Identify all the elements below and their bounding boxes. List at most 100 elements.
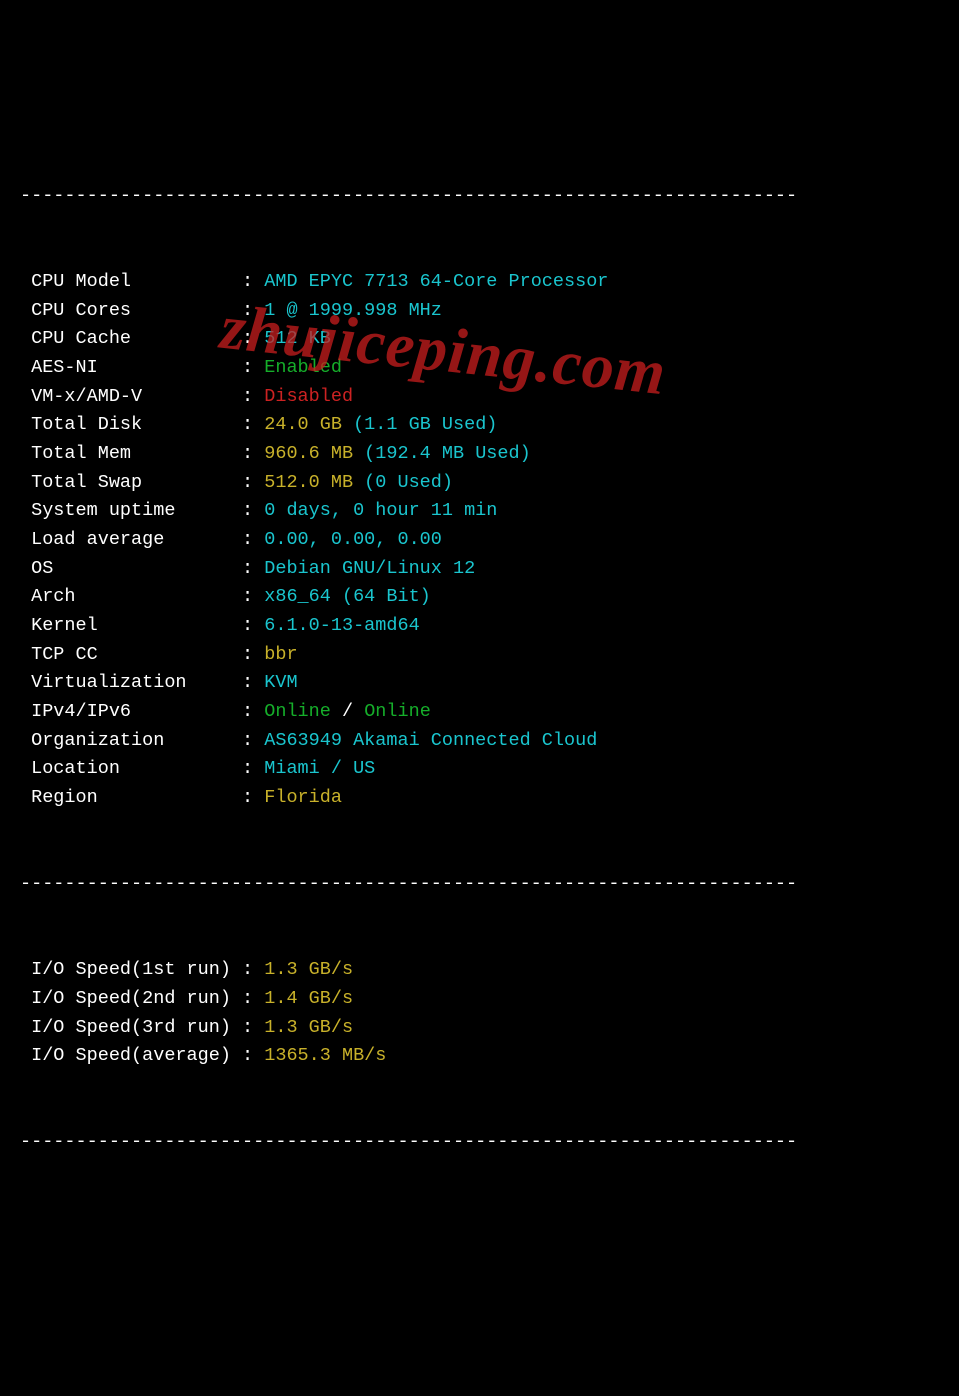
sysinfo-row-12: Kernel : 6.1.0-13-amd64 bbox=[20, 612, 939, 641]
divider-top: ----------------------------------------… bbox=[20, 182, 939, 211]
sysinfo-row-8-value-part-0: 0 days, 0 hour 11 min bbox=[264, 500, 497, 521]
sysinfo-row-3-value-part-0: Enabled bbox=[264, 357, 342, 378]
sysinfo-row-3-label: AES-NI bbox=[20, 354, 231, 383]
sysinfo-row-18-label: Region bbox=[20, 784, 231, 813]
sysinfo-row-15: IPv4/IPv6 : Online / Online bbox=[20, 698, 939, 727]
sysinfo-row-18-value-part-0: Florida bbox=[264, 787, 342, 808]
sysinfo-row-8-label: System uptime bbox=[20, 497, 231, 526]
io-row-3-label: I/O Speed(average) bbox=[20, 1042, 231, 1071]
sysinfo-row-4-label: VM-x/AMD-V bbox=[20, 383, 231, 412]
sysinfo-row-4: VM-x/AMD-V : Disabled bbox=[20, 383, 939, 412]
sysinfo-row-2: CPU Cache : 512 KB bbox=[20, 325, 939, 354]
separator: : bbox=[231, 644, 264, 665]
separator: : bbox=[231, 414, 264, 435]
separator: : bbox=[231, 1017, 264, 1038]
sysinfo-row-5-value-part-1: (1.1 GB Used) bbox=[353, 414, 497, 435]
separator: : bbox=[231, 443, 264, 464]
sysinfo-row-11-value-part-0: x86_64 (64 Bit) bbox=[264, 586, 431, 607]
separator: : bbox=[231, 787, 264, 808]
separator: : bbox=[231, 529, 264, 550]
io-row-2: I/O Speed(3rd run) : 1.3 GB/s bbox=[20, 1014, 939, 1043]
separator: : bbox=[231, 730, 264, 751]
sysinfo-row-15-value-part-0: Online bbox=[264, 701, 331, 722]
divider-mid: ----------------------------------------… bbox=[20, 870, 939, 899]
sysinfo-row-11: Arch : x86_64 (64 Bit) bbox=[20, 583, 939, 612]
sysinfo-row-10-label: OS bbox=[20, 555, 231, 584]
io-row-1-label: I/O Speed(2nd run) bbox=[20, 985, 231, 1014]
sysinfo-row-17-label: Location bbox=[20, 755, 231, 784]
sysinfo-row-1: CPU Cores : 1 @ 1999.998 MHz bbox=[20, 297, 939, 326]
divider-bottom: ----------------------------------------… bbox=[20, 1128, 939, 1157]
sysinfo-row-17: Location : Miami / US bbox=[20, 755, 939, 784]
sysinfo-row-9-label: Load average bbox=[20, 526, 231, 555]
separator: : bbox=[231, 959, 264, 980]
sysinfo-row-12-label: Kernel bbox=[20, 612, 231, 641]
io-row-1-value-part-0: 1.4 GB/s bbox=[264, 988, 353, 1009]
io-row-1: I/O Speed(2nd run) : 1.4 GB/s bbox=[20, 985, 939, 1014]
sysinfo-row-8: System uptime : 0 days, 0 hour 11 min bbox=[20, 497, 939, 526]
sysinfo-row-14: Virtualization : KVM bbox=[20, 669, 939, 698]
sysinfo-row-2-label: CPU Cache bbox=[20, 325, 231, 354]
sysinfo-row-11-label: Arch bbox=[20, 583, 231, 612]
sysinfo-row-9-value-part-0: 0.00, 0.00, 0.00 bbox=[264, 529, 442, 550]
sysinfo-row-6-value-part-0: 960.6 MB bbox=[264, 443, 364, 464]
io-row-2-value-part-0: 1.3 GB/s bbox=[264, 1017, 353, 1038]
io-row-0: I/O Speed(1st run) : 1.3 GB/s bbox=[20, 956, 939, 985]
separator: : bbox=[231, 300, 264, 321]
sysinfo-row-1-value-part-0: 1 @ 1999.998 MHz bbox=[264, 300, 442, 321]
separator: : bbox=[231, 558, 264, 579]
sysinfo-row-0-value-part-0: AMD EPYC 7713 64-Core Processor bbox=[264, 271, 608, 292]
io-row-3-value-part-0: 1365.3 MB/s bbox=[264, 1045, 386, 1066]
separator: : bbox=[231, 500, 264, 521]
sysinfo-row-5-value-part-0: 24.0 GB bbox=[264, 414, 353, 435]
separator: : bbox=[231, 386, 264, 407]
sysinfo-row-12-value-part-0: 6.1.0-13-amd64 bbox=[264, 615, 419, 636]
sysinfo-row-10: OS : Debian GNU/Linux 12 bbox=[20, 555, 939, 584]
sysinfo-row-6-value-part-1: (192.4 MB Used) bbox=[364, 443, 531, 464]
sysinfo-row-5-label: Total Disk bbox=[20, 411, 231, 440]
sysinfo-row-3: AES-NI : Enabled bbox=[20, 354, 939, 383]
sysinfo-row-6-label: Total Mem bbox=[20, 440, 231, 469]
sysinfo-row-1-label: CPU Cores bbox=[20, 297, 231, 326]
sysinfo-row-13: TCP CC : bbr bbox=[20, 641, 939, 670]
separator: : bbox=[231, 271, 264, 292]
sysinfo-row-10-value-part-0: Debian GNU/Linux 12 bbox=[264, 558, 475, 579]
sysinfo-row-14-value-part-0: KVM bbox=[264, 672, 297, 693]
sysinfo-row-6: Total Mem : 960.6 MB (192.4 MB Used) bbox=[20, 440, 939, 469]
separator: : bbox=[231, 328, 264, 349]
sysinfo-row-17-value-part-0: Miami / US bbox=[264, 758, 375, 779]
sysinfo-row-14-label: Virtualization bbox=[20, 669, 231, 698]
sysinfo-row-16-value-part-0: AS63949 Akamai Connected Cloud bbox=[264, 730, 597, 751]
io-row-2-label: I/O Speed(3rd run) bbox=[20, 1014, 231, 1043]
sysinfo-row-16-label: Organization bbox=[20, 727, 231, 756]
separator: : bbox=[231, 1045, 264, 1066]
sysinfo-row-13-value-part-0: bbr bbox=[264, 644, 297, 665]
sysinfo-section: CPU Model : AMD EPYC 7713 64-Core Proces… bbox=[20, 268, 939, 813]
sysinfo-row-15-value-part-2: Online bbox=[364, 701, 431, 722]
sysinfo-row-4-value-part-0: Disabled bbox=[264, 386, 353, 407]
separator: : bbox=[231, 672, 264, 693]
separator: : bbox=[231, 988, 264, 1009]
separator: : bbox=[231, 758, 264, 779]
separator: : bbox=[231, 586, 264, 607]
separator: : bbox=[231, 472, 264, 493]
sysinfo-row-15-value-part-1: / bbox=[331, 701, 364, 722]
sysinfo-row-5: Total Disk : 24.0 GB (1.1 GB Used) bbox=[20, 411, 939, 440]
sysinfo-row-7-value-part-1: (0 Used) bbox=[364, 472, 453, 493]
sysinfo-row-13-label: TCP CC bbox=[20, 641, 231, 670]
separator: : bbox=[231, 701, 264, 722]
sysinfo-row-9: Load average : 0.00, 0.00, 0.00 bbox=[20, 526, 939, 555]
sysinfo-row-7-value-part-0: 512.0 MB bbox=[264, 472, 364, 493]
terminal-output: ----------------------------------------… bbox=[20, 125, 939, 1186]
sysinfo-row-16: Organization : AS63949 Akamai Connected … bbox=[20, 727, 939, 756]
separator: : bbox=[231, 357, 264, 378]
sysinfo-row-15-label: IPv4/IPv6 bbox=[20, 698, 231, 727]
io-row-3: I/O Speed(average) : 1365.3 MB/s bbox=[20, 1042, 939, 1071]
sysinfo-row-2-value-part-0: 512 KB bbox=[264, 328, 331, 349]
io-section: I/O Speed(1st run) : 1.3 GB/s I/O Speed(… bbox=[20, 956, 939, 1071]
io-row-0-value-part-0: 1.3 GB/s bbox=[264, 959, 353, 980]
sysinfo-row-0: CPU Model : AMD EPYC 7713 64-Core Proces… bbox=[20, 268, 939, 297]
sysinfo-row-0-label: CPU Model bbox=[20, 268, 231, 297]
sysinfo-row-7: Total Swap : 512.0 MB (0 Used) bbox=[20, 469, 939, 498]
sysinfo-row-18: Region : Florida bbox=[20, 784, 939, 813]
